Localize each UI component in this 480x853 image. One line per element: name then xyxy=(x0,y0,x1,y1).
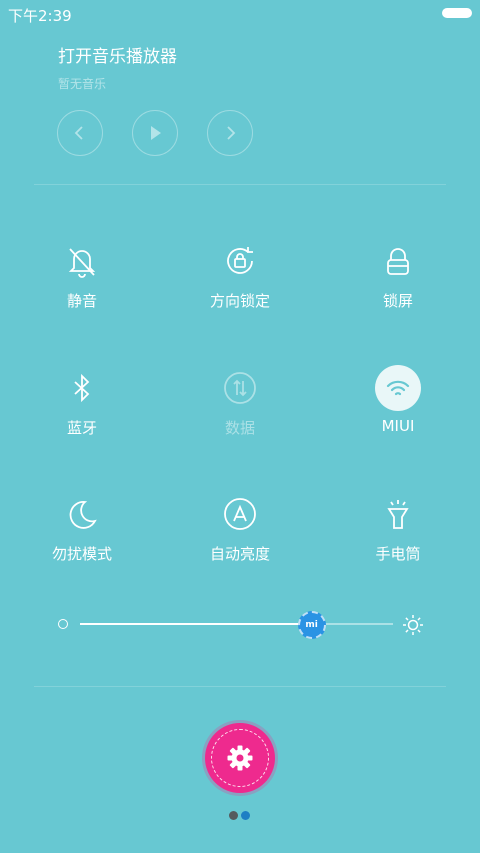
brightness-slider-track[interactable] xyxy=(80,623,393,625)
settings-button[interactable] xyxy=(205,723,275,793)
chevron-right-icon xyxy=(227,126,236,140)
brightness-slider-knob[interactable]: mi xyxy=(297,611,326,639)
wifi-icon xyxy=(375,365,421,411)
brightness-high-icon xyxy=(403,615,423,635)
toggle-label: 自动亮度 xyxy=(209,545,270,563)
auto-brightness-icon xyxy=(217,491,263,537)
brightness-low-icon xyxy=(58,619,68,629)
toggle-label: 锁屏 xyxy=(382,292,413,310)
toggle-flashlight[interactable]: 手电筒 xyxy=(338,491,458,564)
music-subtitle: 暂无音乐 xyxy=(58,77,107,91)
data-arrows-icon xyxy=(217,365,263,411)
toggle-label: 静音 xyxy=(66,292,97,310)
lock-icon xyxy=(375,238,421,284)
flashlight-icon xyxy=(375,491,421,537)
status-time: 下午2:39 xyxy=(8,7,72,25)
play-button[interactable] xyxy=(132,110,178,156)
toggle-label: 数据 xyxy=(224,419,255,437)
toggle-rotation-lock[interactable]: 方向锁定 xyxy=(180,238,300,311)
toggle-do-not-disturb[interactable]: 勿扰模式 xyxy=(22,491,142,564)
music-widget[interactable]: 打开音乐播放器 暂无音乐 xyxy=(58,42,177,92)
status-bar: 下午2:39 xyxy=(0,0,480,28)
divider xyxy=(34,686,446,687)
toggle-label: 蓝牙 xyxy=(66,419,97,437)
page-dot-active xyxy=(241,811,250,820)
brightness-slider-fill xyxy=(80,623,312,625)
toggle-label: 手电筒 xyxy=(375,545,421,563)
toggle-label: 勿扰模式 xyxy=(51,545,112,563)
toggle-bluetooth[interactable]: 蓝牙 xyxy=(22,365,142,438)
moon-icon xyxy=(59,491,105,537)
music-title[interactable]: 打开音乐播放器 xyxy=(58,42,177,67)
settings-button-ring xyxy=(211,729,269,787)
chevron-left-icon xyxy=(74,126,83,140)
next-button[interactable] xyxy=(207,110,253,156)
toggle-mute[interactable]: 静音 xyxy=(22,238,142,311)
toggle-wifi[interactable]: MIUI xyxy=(338,365,458,435)
battery-icon xyxy=(442,8,472,18)
play-icon xyxy=(151,126,161,140)
toggle-label: MIUI xyxy=(381,417,415,435)
toggle-auto-brightness[interactable]: 自动亮度 xyxy=(180,491,300,564)
toggle-lock-screen[interactable]: 锁屏 xyxy=(338,238,458,311)
divider xyxy=(34,184,446,185)
toggle-mobile-data[interactable]: 数据 xyxy=(180,365,300,438)
rotation-lock-icon xyxy=(217,238,263,284)
bell-off-icon xyxy=(59,238,105,284)
page-dot xyxy=(229,811,238,820)
toggle-label: 方向锁定 xyxy=(209,292,270,310)
bluetooth-icon xyxy=(59,365,105,411)
previous-button[interactable] xyxy=(57,110,103,156)
